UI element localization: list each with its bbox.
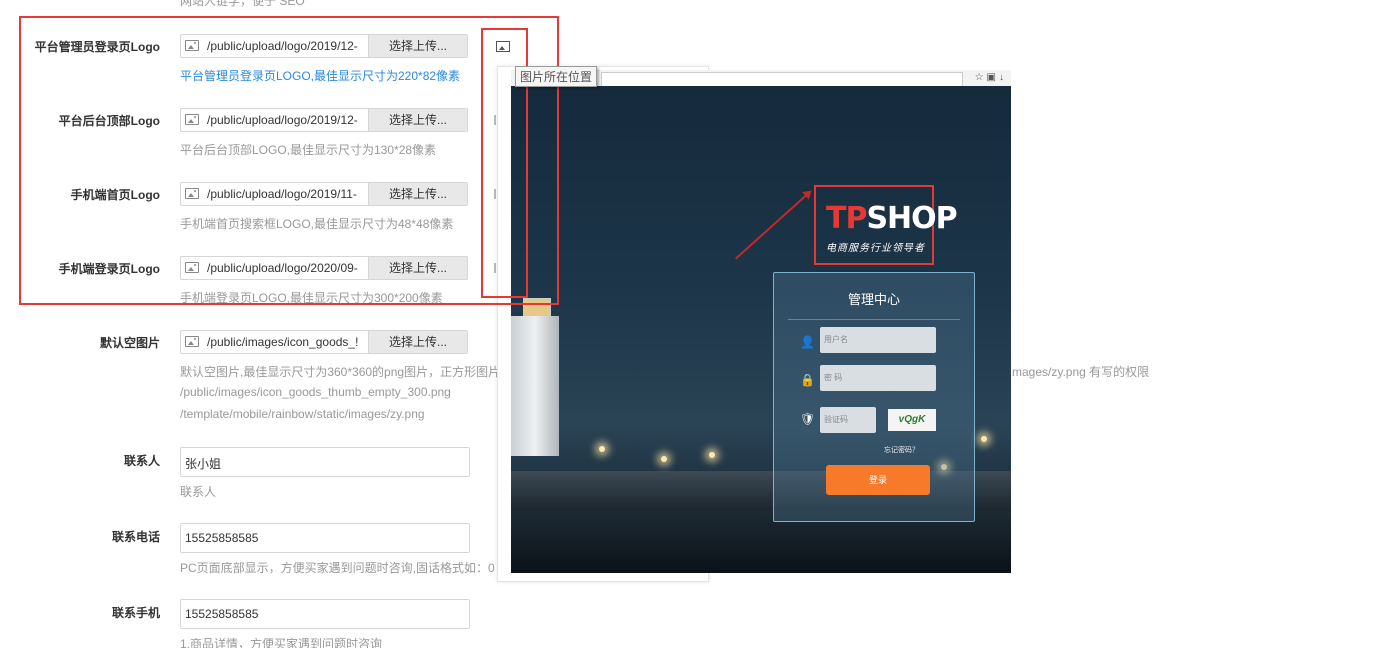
username-field: 用户名 <box>820 327 936 353</box>
divider <box>788 319 960 320</box>
lighthouse <box>511 316 559 456</box>
mobile-hint: 1.商品详情，方便买家遇到问题时咨询 <box>180 637 383 648</box>
file-path: /public/images/icon_goods_! <box>207 335 359 349</box>
phone-input[interactable]: 15525858585 <box>180 523 470 553</box>
tpshop-logo: TPSHOP <box>826 201 958 236</box>
lock-icon: 🔒 <box>800 373 815 387</box>
default-image-hint-tail: mages/zy.png 有写的权限 <box>1012 365 1150 379</box>
default-image-label: 默认空图片 <box>99 336 160 350</box>
choose-upload-button[interactable]: 选择上传... <box>368 331 467 353</box>
light <box>599 446 605 452</box>
top-hint: 网站人链学，便于 SEO <box>180 0 305 8</box>
image-location-tooltip: 图片所在位置 <box>515 66 598 87</box>
phone-hint: PC页面底部显示，方便买家遇到问题时咨询,固话格式如：0 <box>180 561 495 575</box>
preview-url-bar <box>601 72 963 87</box>
settings-page: 网站人链学，便于 SEO 平台管理员登录页Logo /public/upload… <box>0 0 1386 648</box>
forgot-password-link: 忘记密码？ <box>884 447 919 454</box>
default-image-path-1: /public/images/icon_goods_thumb_empty_30… <box>180 385 451 399</box>
shield-icon: 🛡 <box>800 412 816 426</box>
preview-image: TPSHOP 电商服务行业领导者 管理中心 👤 用户名 🔒 密 码 🛡 验证码 … <box>511 86 1011 573</box>
login-title: 管理中心 <box>847 292 900 307</box>
captcha-field: 验证码 <box>820 407 876 433</box>
contact-label: 联系人 <box>123 454 160 468</box>
login-panel: 管理中心 👤 用户名 🔒 密 码 🛡 验证码 vQgK 忘记密码？ 登录 <box>773 272 975 522</box>
arrow-annotation <box>735 191 811 260</box>
light <box>981 436 987 442</box>
mobile-label: 联系手机 <box>111 606 160 620</box>
browser-icons: ☆▣↓ <box>974 72 1007 83</box>
default-image-hint: 默认空图片,最佳显示尺寸为360*360的png图片，正方形图片 <box>180 365 501 379</box>
captcha-image: vQgK <box>888 409 936 431</box>
logo-slogan: 电商服务行业领导者 <box>826 243 925 254</box>
login-button: 登录 <box>826 465 930 495</box>
contact-input[interactable]: 张小姐 <box>180 447 470 477</box>
password-field: 密 码 <box>820 365 936 391</box>
red-highlight-box <box>19 16 559 305</box>
phone-label: 联系电话 <box>111 530 160 544</box>
mobile-input[interactable]: 15525858585 <box>180 599 470 629</box>
light <box>661 456 667 462</box>
logo-highlight: TPSHOP 电商服务行业领导者 <box>814 185 958 265</box>
image-icon <box>185 336 199 347</box>
default-image-path-2: /template/mobile/rainbow/static/images/z… <box>180 407 425 421</box>
contact-hint: 联系人 <box>180 485 217 499</box>
light <box>709 452 715 458</box>
user-icon: 👤 <box>800 335 815 349</box>
default-image-upload[interactable]: /public/images/icon_goods_! 选择上传... <box>180 330 468 354</box>
